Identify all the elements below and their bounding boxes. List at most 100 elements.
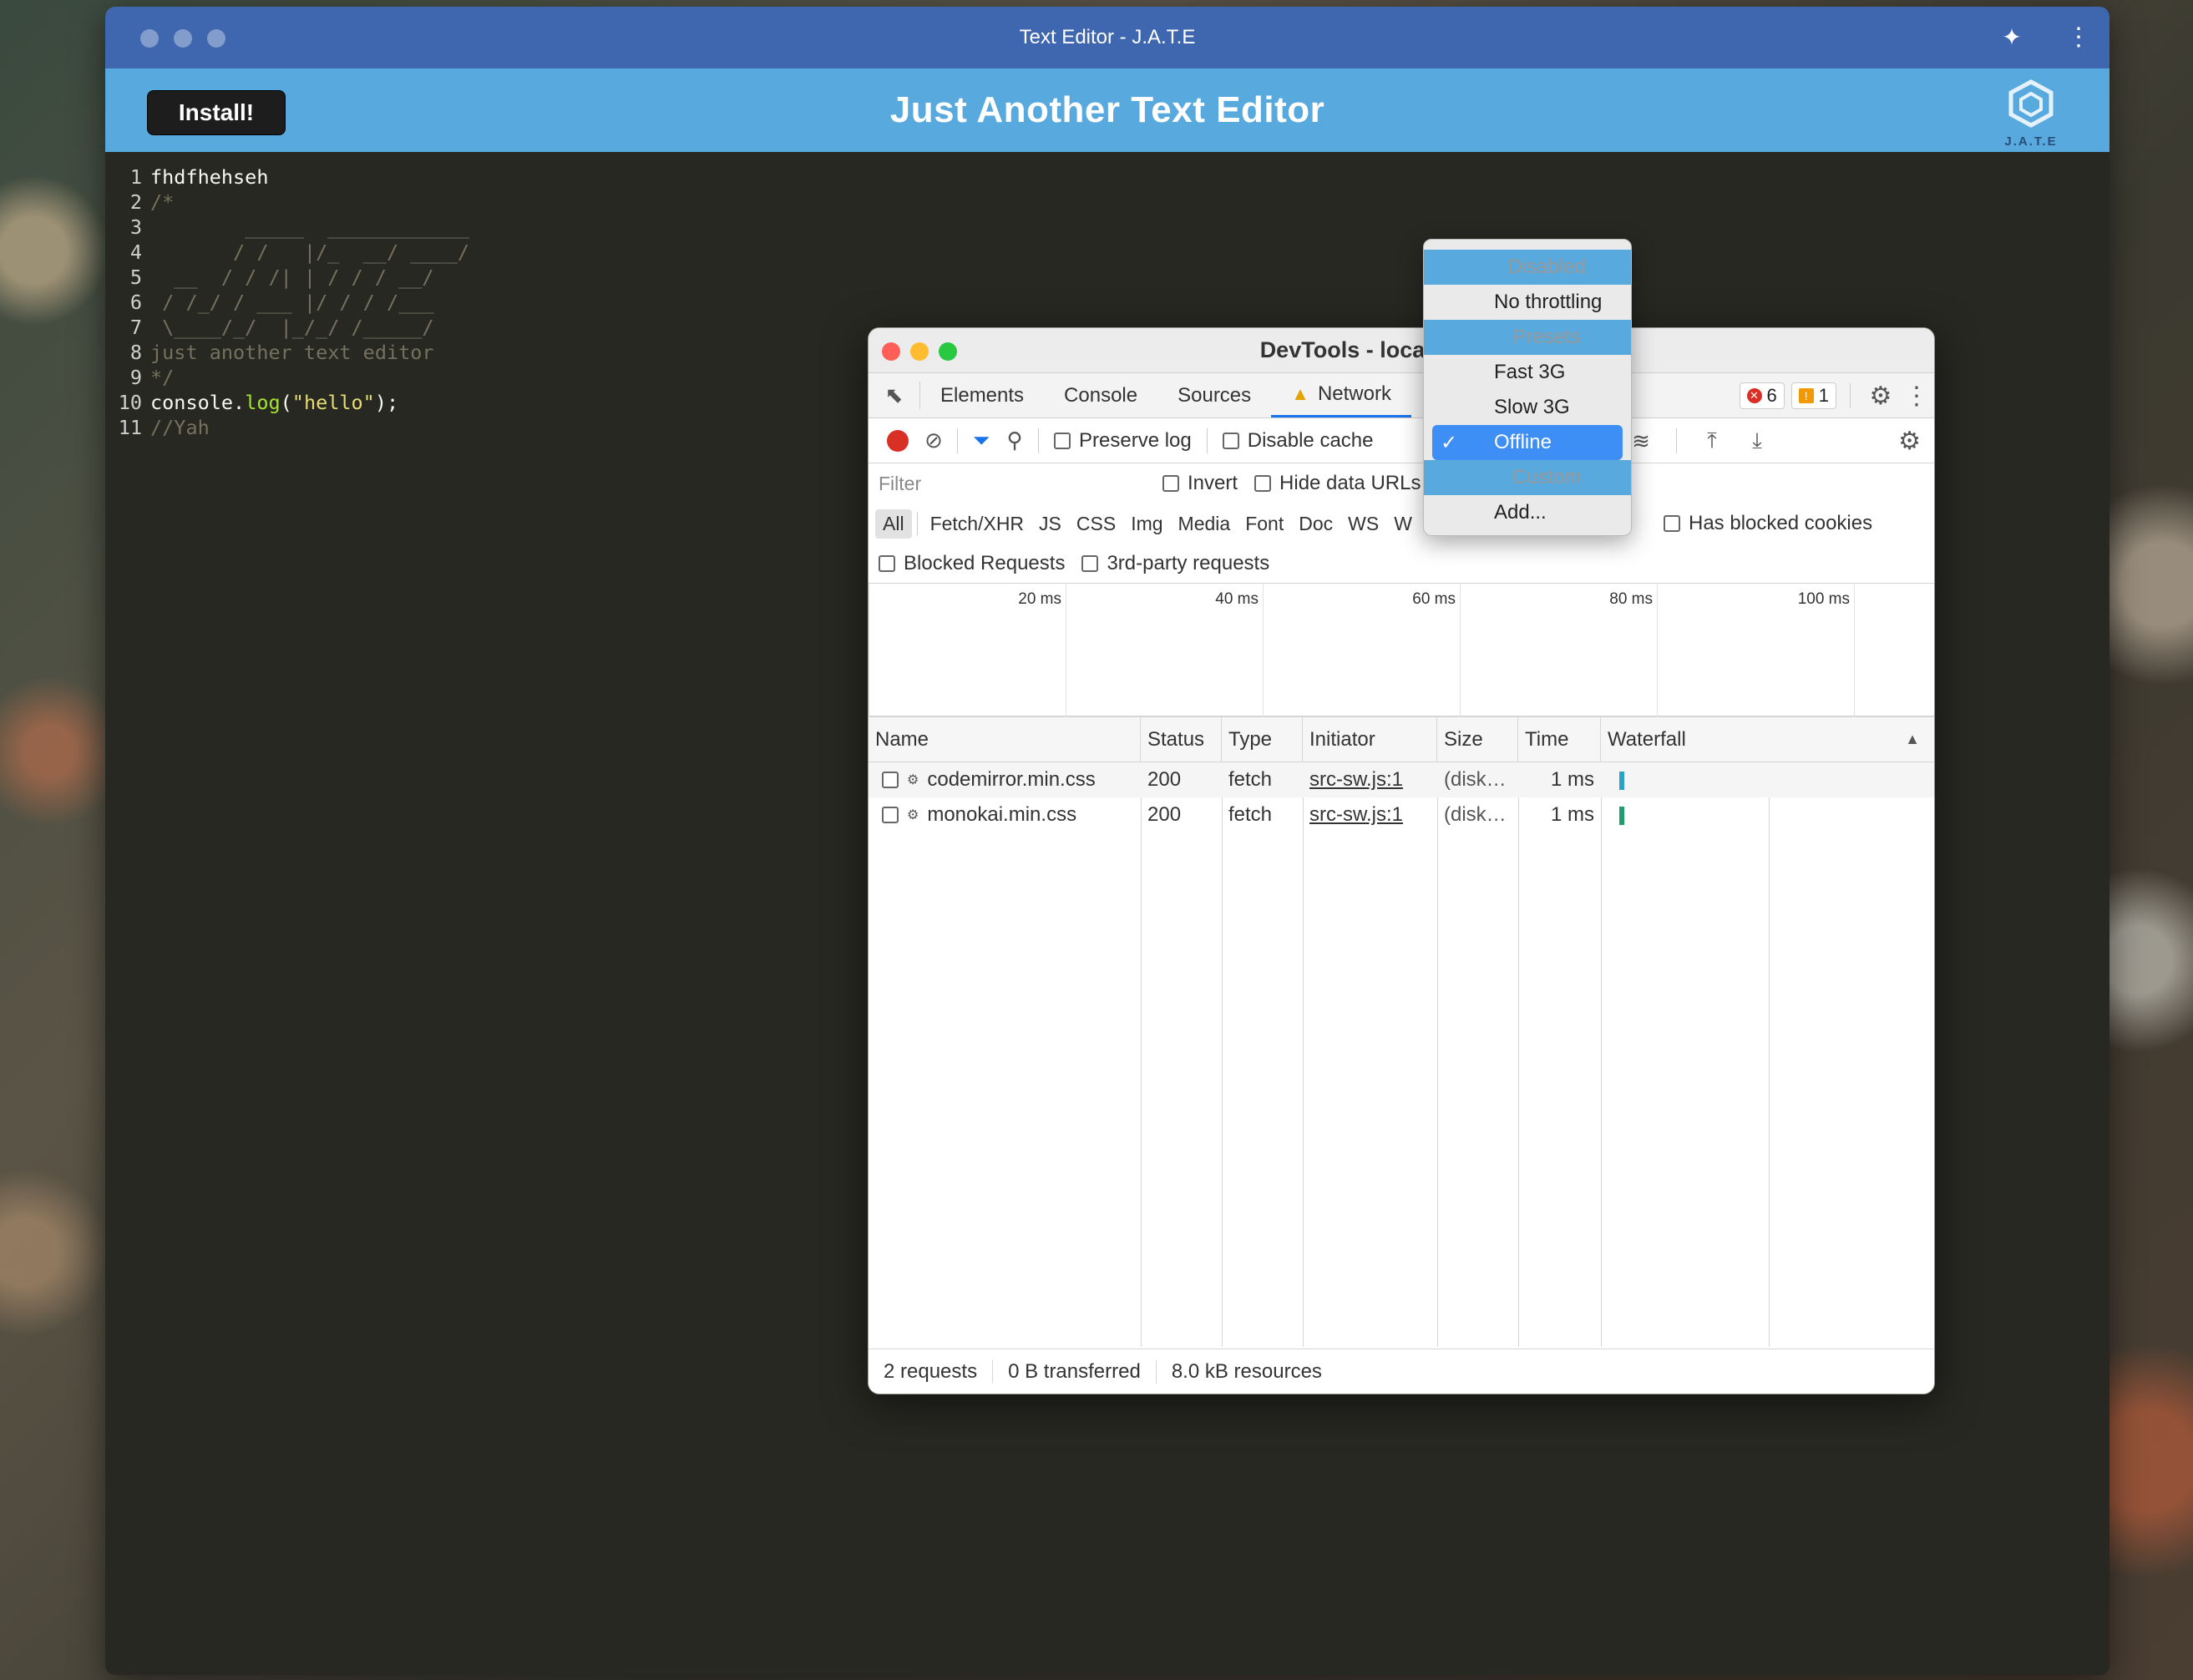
search-icon[interactable]: ⚲ [998,428,1031,453]
preserve-log-checkbox[interactable]: Preserve log [1054,429,1192,453]
jate-logo: J.A.T.E [1998,78,2064,150]
tab-sources[interactable]: Sources [1157,373,1271,417]
gear-icon: ⚙ [907,773,919,787]
menu-item-fast-3g[interactable]: Fast 3G [1432,355,1623,390]
row-checkbox[interactable] [882,772,899,788]
inspect-element-icon[interactable]: ⬉ [869,382,920,409]
errors-badge[interactable]: ✕ 6 [1739,382,1785,409]
requests-table-header: Name Status Type Initiator Size Time Wat… [869,717,1934,762]
code-line: 4 / / |/_ __/ ____/ [129,240,470,264]
waterfall-bar [1601,803,1933,827]
window-title-bar: Text Editor - J.A.T.E ✦ ⋮ [105,7,2109,68]
tab-console[interactable]: Console [1044,373,1157,417]
blocked-requests-checkbox[interactable]: Blocked Requests [879,552,1065,575]
more-options-icon[interactable]: ⋮ [2066,25,2091,50]
disable-cache-checkbox[interactable]: Disable cache [1222,429,1373,453]
type-all[interactable]: All [875,509,912,539]
column-initiator[interactable]: Initiator [1303,717,1437,762]
third-party-requests-checkbox[interactable]: 3rd-party requests [1081,552,1269,575]
code-line: 5 __ / / /| | / / / __/ [129,266,434,289]
initiator-link[interactable]: src-sw.js:1 [1303,768,1437,792]
devtools-window: DevTools - localhost:8080/ ⬉ Elements Co… [868,327,1935,1394]
table-row[interactable]: ⚙ monokai.min.css 200 fetch src-sw.js:1 … [869,797,1934,832]
type-js[interactable]: JS [1031,509,1069,539]
column-type[interactable]: Type [1222,717,1303,762]
timeline-tick: 60 ms [1412,590,1456,608]
devtools-zoom-button[interactable] [939,342,957,361]
network-overview-timeline[interactable]: 20 ms 40 ms 60 ms 80 ms 100 ms [869,584,1934,717]
column-waterfall-label: Waterfall [1608,727,1686,751]
menu-item-add[interactable]: Add... [1432,495,1623,530]
hide-data-urls-checkbox[interactable]: Hide data URLs [1254,472,1421,495]
menu-item-no-throttling[interactable]: No throttling [1432,285,1623,320]
timeline-tick: 100 ms [1797,590,1850,608]
network-toolbar: ⊘ ⏷ ⚲ Preserve log Disable cache ≋ ⤒ ⤓ ⚙ [869,418,1934,463]
row-checkbox[interactable] [882,807,899,823]
code-line: 6 / /_/ / ___ |/ / / /___ [129,291,434,314]
type-font[interactable]: Font [1238,509,1291,539]
invert-checkbox[interactable]: Invert [1162,472,1238,495]
waterfall-bar [1601,768,1933,792]
zoom-window-button[interactable] [207,29,225,48]
column-size[interactable]: Size [1437,717,1518,762]
devtools-menu-icon[interactable]: ⋮ [1904,382,1929,411]
export-har-icon[interactable]: ⤓ [1740,428,1774,454]
requests-count: 2 requests [869,1359,994,1384]
menu-item-offline-label: Offline [1494,431,1552,453]
devtools-close-button[interactable] [882,342,900,361]
type-fetch-xhr[interactable]: Fetch/XHR [923,509,1031,539]
resource-type-filter: All Fetch/XHR JS CSS Img Media Font Doc … [869,503,1934,544]
tab-network-label: Network [1317,382,1391,405]
filter-bar: Filter Invert Hide data URLs [869,463,1934,503]
has-blocked-cookies-checkbox[interactable]: Has blocked cookies [1664,512,1872,535]
logo-text: J.A.T.E [2004,134,2058,149]
column-time[interactable]: Time [1518,717,1601,762]
install-button[interactable]: Install! [147,90,286,135]
column-status[interactable]: Status [1141,717,1222,762]
filter-icon[interactable]: ⏷ [965,428,998,454]
warnings-badge[interactable]: ! 1 [1790,382,1836,409]
timeline-tick: 80 ms [1609,590,1653,608]
record-button[interactable] [887,429,909,452]
warning-icon: ▲ [1291,383,1309,404]
menu-header-presets: Presets [1424,320,1631,355]
checkmark-icon: ✓ [1441,431,1458,454]
table-row[interactable]: ⚙ codemirror.min.css 200 fetch src-sw.js… [869,762,1934,797]
column-name[interactable]: Name [869,717,1141,762]
type-ws[interactable]: WS [1340,509,1386,539]
devtools-minimize-button[interactable] [910,342,929,361]
type-css[interactable]: CSS [1069,509,1123,539]
network-status-bar: 2 requests 0 B transferred 8.0 kB resour… [869,1349,1934,1394]
menu-item-slow-3g[interactable]: Slow 3G [1432,390,1623,425]
logo-icon [2008,79,2054,128]
tab-elements[interactable]: Elements [920,373,1044,417]
close-window-button[interactable] [140,29,159,48]
throttling-dropdown-menu: Disabled No throttling Presets Fast 3G S… [1423,239,1632,536]
column-waterfall[interactable]: Waterfall ▲ [1601,717,1933,762]
error-icon: ✕ [1746,388,1762,403]
code-line: 2/* [129,190,175,214]
type-doc[interactable]: Doc [1291,509,1340,539]
menu-header-disabled: Disabled [1424,250,1631,285]
type-media[interactable]: Media [1171,509,1238,539]
initiator-link[interactable]: src-sw.js:1 [1303,803,1437,827]
app-header: Install! Just Another Text Editor J.A.T.… [105,68,2109,152]
sort-ascending-icon: ▲ [1905,731,1920,747]
tab-network[interactable]: ▲ Network [1271,373,1411,417]
timeline-tick: 20 ms [1018,590,1061,608]
menu-item-offline[interactable]: ✓ Offline [1432,425,1623,460]
settings-gear-icon[interactable]: ⚙ [1864,382,1897,411]
extensions-icon[interactable]: ✦ [1999,25,2024,50]
minimize-window-button[interactable] [174,29,192,48]
network-settings-gear-icon[interactable]: ⚙ [1898,427,1921,456]
transferred-size: 0 B transferred [993,1359,1157,1384]
clear-icon[interactable]: ⊘ [917,428,950,453]
devtools-tabs: ⬉ Elements Console Sources ▲ Network ✕ 6 … [869,373,1934,418]
resources-size: 8.0 kB resources [1171,1359,1322,1383]
type-wasm[interactable]: W [1386,509,1420,539]
type-img[interactable]: Img [1123,509,1170,539]
import-har-icon[interactable]: ⤒ [1695,428,1729,454]
filter-input[interactable]: Filter [879,468,1154,498]
devtools-title-bar: DevTools - localhost:8080/ [869,328,1934,373]
code-line: 1 fhdfhehseh [129,165,269,189]
